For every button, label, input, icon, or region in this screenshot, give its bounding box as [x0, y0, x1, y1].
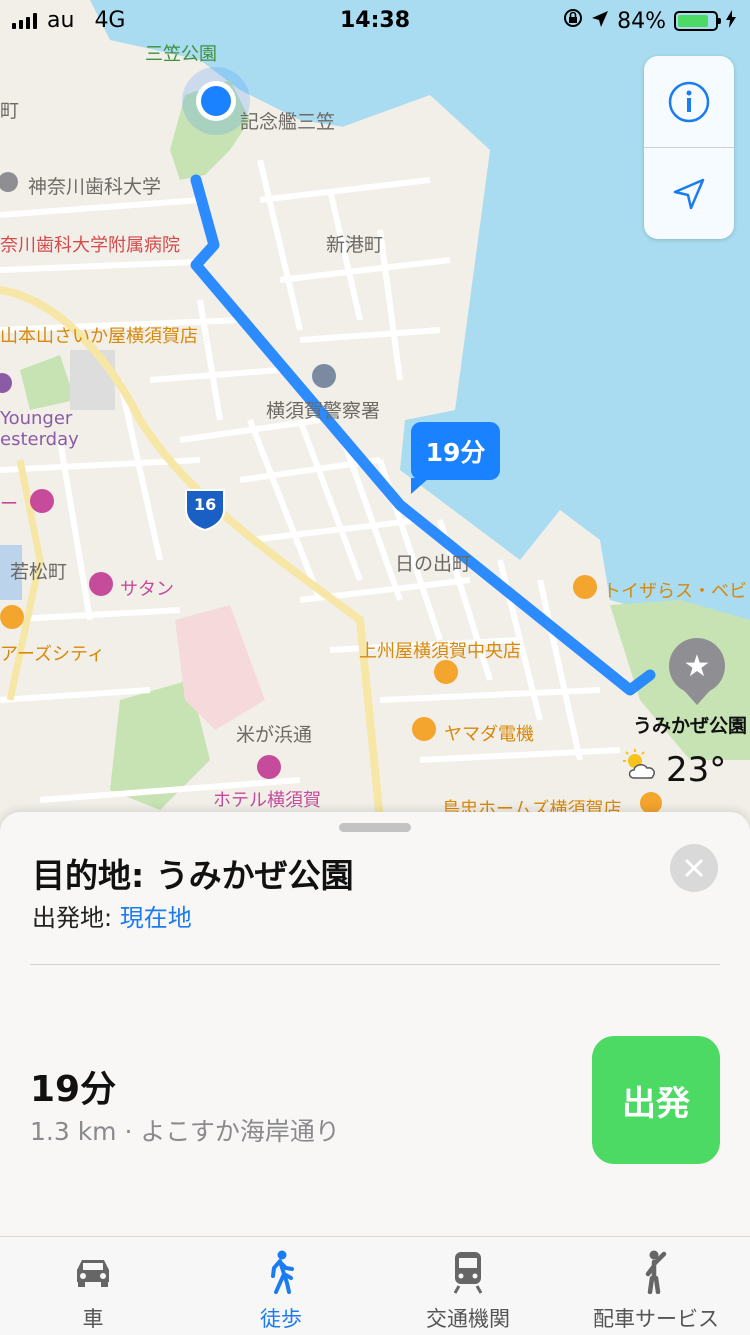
school-icon — [0, 172, 18, 192]
tab-ride-label: 配車サービス — [593, 1307, 719, 1331]
route-duration[interactable]: 19分 — [30, 1060, 116, 1112]
destination-title: 目的地: うみかぜ公園 — [32, 856, 354, 895]
location-services-icon — [591, 9, 609, 34]
locate-button[interactable] — [644, 148, 734, 239]
partly-cloudy-icon — [620, 748, 662, 791]
park-left — [20, 355, 75, 410]
shop-bottom-icon — [640, 792, 662, 814]
label-machi-left: 町 — [0, 100, 20, 122]
shop-left-icon — [0, 605, 24, 629]
battery-percent: 84% — [617, 8, 666, 34]
label-mikasa-park[interactable]: 三笠公園 — [145, 40, 217, 66]
map-controls — [644, 56, 734, 239]
label-hotel[interactable]: ホテル横須賀 — [213, 786, 321, 812]
label-umikaze-park[interactable]: うみかぜ公園 — [633, 711, 747, 738]
tab-transit-label: 交通機関 — [426, 1307, 510, 1331]
label-younger-1[interactable]: Younger — [0, 408, 72, 429]
label-kanagawa-dental[interactable]: 神奈川歯科大学 — [28, 172, 161, 199]
status-bar: au 4G 14:38 84% — [0, 0, 750, 40]
tab-car[interactable]: 車 — [48, 1237, 138, 1335]
label-satan[interactable]: サタン — [120, 575, 174, 601]
label-hinode-cho: 日の出町 — [395, 553, 472, 575]
building-gray — [70, 350, 115, 410]
directions-sheet: 目的地: うみかぜ公園 出発地: 現在地 19分 1.3 km · よこすか海岸… — [0, 812, 750, 1236]
label-yamada[interactable]: ヤマダ電機 — [444, 720, 534, 746]
go-button[interactable]: 出発 — [592, 1036, 720, 1164]
jyoshuya-icon — [434, 660, 458, 684]
origin-label: 出発地: — [32, 904, 120, 932]
walk-icon — [265, 1247, 297, 1297]
yamada-icon — [412, 717, 436, 741]
label-yonegahama: 米が浜通 — [236, 724, 313, 746]
car-icon — [71, 1247, 115, 1297]
label-route-16: 16 — [194, 495, 217, 514]
label-younger-2[interactable]: esterday — [0, 429, 79, 450]
battery-icon — [674, 11, 721, 31]
svg-text:★: ★ — [684, 649, 711, 684]
transport-tab-bar: 車 徒歩 交通機関 配車サービス — [0, 1236, 750, 1335]
location-arrow-icon — [673, 178, 705, 209]
purple-left-icon — [0, 373, 12, 393]
close-button[interactable] — [670, 844, 718, 892]
sheet-grabber[interactable] — [339, 823, 411, 832]
origin-row: 出発地: 現在地 — [32, 898, 192, 933]
tab-car-label: 車 — [82, 1307, 104, 1331]
label-shinko-cho: 新港町 — [326, 234, 384, 256]
route-time-bubble[interactable]: 19分 — [411, 422, 500, 494]
tab-ride[interactable]: 配車サービス — [586, 1237, 726, 1335]
info-button[interactable] — [644, 56, 734, 147]
label-ders-city[interactable]: アーズシティ — [0, 640, 105, 666]
route-details[interactable]: 1.3 km · よこすか海岸通り — [30, 1112, 340, 1148]
label-kinenkan[interactable]: 記念艦三笠 — [240, 107, 335, 134]
train-icon — [451, 1247, 485, 1297]
label-police[interactable]: 横須賀警察署 — [266, 396, 380, 423]
info-icon — [668, 81, 710, 122]
music-icon — [30, 489, 54, 513]
toysrus-icon — [573, 575, 597, 599]
close-icon — [685, 859, 703, 877]
label-wakamatsu-cho: 若松町 — [10, 561, 68, 583]
label-jyoshuya[interactable]: 上州屋横須賀中央店 — [359, 637, 521, 663]
map-view[interactable]: ★ 三笠公園 記念艦三笠 神奈川歯科大学 奈川歯科大学附属病院 新港町 山本山さ… — [0, 0, 750, 820]
hotel-icon — [257, 755, 281, 779]
tab-transit[interactable]: 交通機関 — [413, 1237, 523, 1335]
satan-icon — [89, 572, 113, 596]
tab-walk-label: 徒歩 — [260, 1307, 302, 1331]
label-sanbonyama[interactable]: 山本山さいか屋横須賀店 — [0, 322, 198, 348]
weather-indicator: 23° — [620, 748, 726, 791]
ride-icon — [640, 1247, 672, 1297]
label-dental-hospital[interactable]: 奈川歯科大学附属病院 — [0, 231, 180, 257]
label-bar-left[interactable]: ー — [0, 490, 18, 516]
tab-walk[interactable]: 徒歩 — [236, 1237, 326, 1335]
rotation-lock-icon — [563, 8, 583, 34]
temperature-text: 23° — [666, 749, 727, 790]
charging-icon — [726, 9, 736, 34]
origin-link[interactable]: 現在地 — [120, 904, 192, 932]
label-toysrus[interactable]: トイザらス・ベビ — [603, 577, 747, 603]
sheet-divider — [30, 964, 720, 965]
police-icon — [312, 364, 336, 388]
